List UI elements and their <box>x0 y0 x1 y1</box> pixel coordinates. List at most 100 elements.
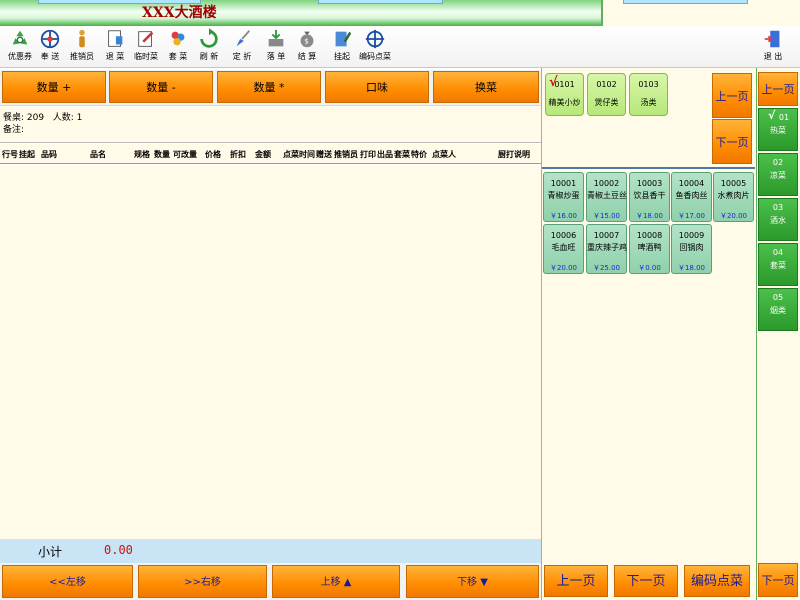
sidebar-prev-page-button[interactable]: 上一页 <box>758 72 798 106</box>
category-0101[interactable]: √ 0101 精美小炒 <box>545 73 584 116</box>
salesman-button[interactable]: 推销员 <box>66 26 98 68</box>
hang-up-button[interactable]: 挂起 <box>328 26 356 68</box>
place-order-button[interactable]: 落 单 <box>261 26 291 68</box>
category-code: 0101 <box>554 80 575 89</box>
category-code: 0102 <box>596 80 617 89</box>
qty-minus-button[interactable]: 数量 - <box>109 71 213 103</box>
category-prev-page-button[interactable]: 上一页 <box>712 73 752 118</box>
flavor-button[interactable]: 口味 <box>325 71 429 103</box>
sidebar-next-page-button[interactable]: 下一页 <box>758 563 798 597</box>
dish-10008[interactable]: 10008 啤酒鸭 ￥0.00 <box>629 224 670 274</box>
code-order-bottom-button[interactable]: 编码点菜 <box>684 565 750 597</box>
dish-price: ￥18.00 <box>677 264 706 272</box>
title-bar: XXX大酒楼 <box>0 0 800 26</box>
dish-next-page-button[interactable]: 下一页 <box>614 565 678 597</box>
dish-price: ￥16.00 <box>549 212 578 220</box>
move-left-button[interactable]: <<左移 <box>2 565 133 598</box>
recycle-icon <box>12 30 28 45</box>
sidebar-category-01[interactable]: √ 01 热菜 <box>758 108 798 151</box>
dish-10001[interactable]: 10001 青椒炒蛋 ￥16.00 <box>543 172 584 222</box>
dish-price: ￥20.00 <box>719 212 748 220</box>
dish-name: 回锅肉 <box>679 243 704 252</box>
return-dish-button[interactable]: 退 菜 <box>100 26 130 68</box>
dish-10006[interactable]: 10006 毛血旺 ￥20.00 <box>543 224 584 274</box>
dish-10002[interactable]: 10002 青椒土豆丝 ￥15.00 <box>586 172 627 222</box>
col-name: 品名 <box>90 150 106 159</box>
discount-button[interactable]: 定 折 <box>227 26 257 68</box>
dish-price: ￥20.00 <box>549 264 578 272</box>
sidebar-category-02[interactable]: 02 凉菜 <box>758 153 798 196</box>
bottom-nav: <<左移 >>右移 上移 ▲ 下移 ▼ <box>0 563 541 600</box>
gift-button[interactable]: 奉 送 <box>36 26 64 68</box>
table-label: 餐桌: <box>3 113 25 123</box>
qty-multiply-button[interactable]: 数量 * <box>217 71 321 103</box>
category-next-page-button[interactable]: 下一页 <box>712 119 752 164</box>
qty-plus-button[interactable]: 数量 + <box>2 71 106 103</box>
sidebar-category-code: 03 <box>772 203 784 212</box>
dish-10003[interactable]: 10003 饮县香干 ￥18.00 <box>629 172 670 222</box>
dish-price: ￥0.00 <box>638 264 661 272</box>
set-meal-button[interactable]: 套 菜 <box>164 26 192 68</box>
svg-text:$: $ <box>304 37 309 46</box>
dish-code: 10009 <box>678 231 705 240</box>
sidebar-category-code: 01 <box>778 113 790 122</box>
sidebar-category-03[interactable]: 03 酒水 <box>758 198 798 241</box>
action-bar: 数量 + 数量 - 数量 * 口味 换菜 <box>0 70 541 105</box>
refresh-icon <box>200 28 218 48</box>
temp-dish-button[interactable]: 临时菜 <box>131 26 161 68</box>
dish-10005[interactable]: 10005 水煮肉片 ￥20.00 <box>713 172 754 222</box>
sidebar-category-05[interactable]: 05 烟类 <box>758 288 798 331</box>
sidebar-category-04[interactable]: 04 套菜 <box>758 243 798 286</box>
sidebar-category-name: 热菜 <box>770 126 786 135</box>
hang-up-label: 挂起 <box>334 52 350 61</box>
order-table-body[interactable] <box>0 165 541 539</box>
col-amount: 金额 <box>255 150 271 159</box>
dish-10009[interactable]: 10009 回锅肉 ￥18.00 <box>671 224 712 274</box>
dish-10004[interactable]: 10004 鱼香肉丝 ￥17.00 <box>671 172 712 222</box>
category-name: 精美小炒 <box>548 98 581 107</box>
set-meal-label: 套 菜 <box>168 52 188 61</box>
dish-prev-page-button[interactable]: 上一页 <box>544 565 608 597</box>
sidebar-category-code: 04 <box>772 248 784 257</box>
replace-dish-button[interactable]: 换菜 <box>433 71 539 103</box>
sidebar-category-code: 02 <box>772 158 784 167</box>
col-set-meal: 套菜 <box>394 150 410 159</box>
col-gift: 赠送 <box>316 150 332 159</box>
dish-10007[interactable]: 10007 重庆辣子鸡 ￥25.00 <box>586 224 627 274</box>
dish-name: 青椒炒蛋 <box>547 191 580 200</box>
dish-name: 饮县香干 <box>633 191 666 200</box>
category-0102[interactable]: 0102 煲仔类 <box>587 73 626 116</box>
refresh-label: 刷 新 <box>199 52 219 61</box>
coupon-button[interactable]: 优惠券 <box>4 26 36 68</box>
move-down-button[interactable]: 下移 ▼ <box>406 565 539 598</box>
subtotal-bar: 小计 0.00 <box>0 539 541 563</box>
col-editable-qty: 可改量 <box>173 150 197 159</box>
dish-code: 10003 <box>636 179 663 188</box>
title-right-panel <box>601 0 800 26</box>
category-name: 汤类 <box>640 98 657 107</box>
order-info-line: 餐桌: 209 人数: 1 <box>3 112 538 124</box>
dish-name: 毛血旺 <box>551 243 576 252</box>
crosshair-icon <box>365 29 385 49</box>
code-order-button[interactable]: 编码点菜 <box>356 26 394 68</box>
dish-name: 啤酒鸭 <box>637 243 662 252</box>
exit-button[interactable]: 退 出 <box>756 26 790 68</box>
temp-dish-label: 临时菜 <box>134 52 158 61</box>
col-print: 打印 <box>360 150 376 159</box>
print-icon <box>268 29 284 47</box>
move-right-button[interactable]: >>右移 <box>138 565 267 598</box>
code-order-label: 编码点菜 <box>359 52 391 61</box>
refresh-button[interactable]: 刷 新 <box>195 26 223 68</box>
dish-code: 10005 <box>720 179 747 188</box>
discount-label: 定 折 <box>232 52 252 61</box>
table-value: 209 <box>26 113 45 123</box>
guests-label: 人数: <box>52 113 74 123</box>
balloons-icon <box>171 31 185 46</box>
dish-price: ￥17.00 <box>677 212 706 220</box>
category-0103[interactable]: 0103 汤类 <box>629 73 668 116</box>
guests-value: 1 <box>76 113 83 123</box>
dish-price: ￥18.00 <box>635 212 664 220</box>
move-up-button[interactable]: 上移 ▲ <box>272 565 400 598</box>
dish-code: 10004 <box>678 179 705 188</box>
checkout-button[interactable]: $ 结 算 <box>292 26 322 68</box>
